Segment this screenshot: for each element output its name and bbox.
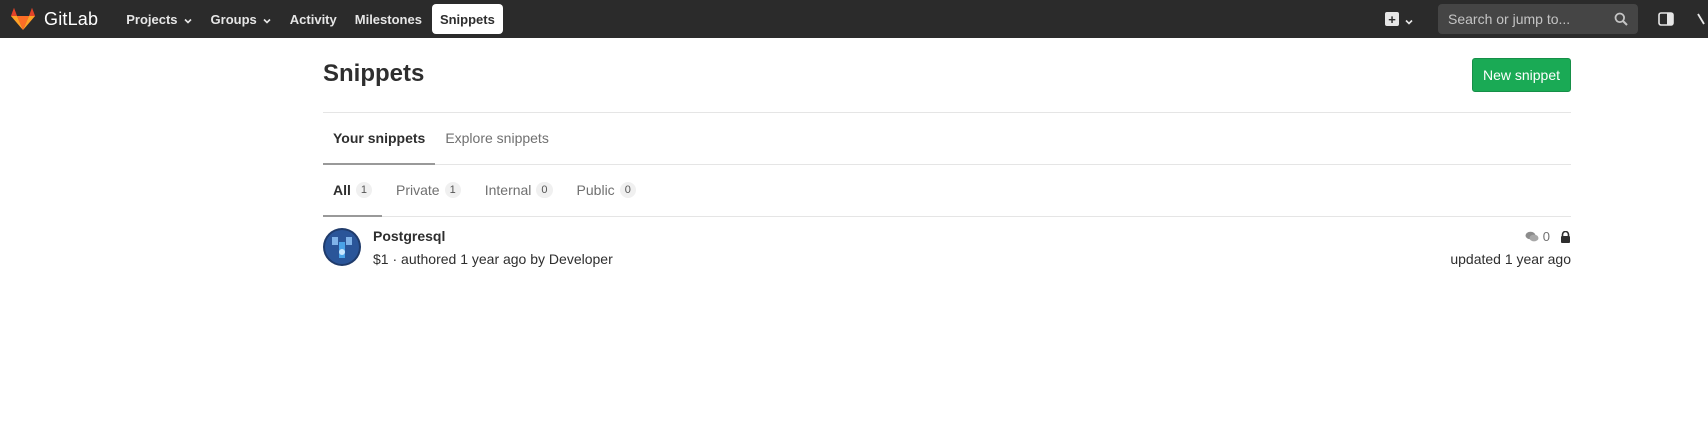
- gitlab-logo-icon: [10, 7, 36, 31]
- scope-tabs: All 1 Private 1 Internal 0 Public 0: [323, 165, 1571, 217]
- scope-label: Internal: [484, 182, 532, 198]
- nav-activity[interactable]: Activity: [282, 4, 345, 34]
- snippet-authored: authored 1 year ago: [401, 251, 527, 267]
- snippet-list-item: Postgresql $1 · authored 1 year ago by D…: [323, 217, 1571, 277]
- snippet-author[interactable]: by Developer: [530, 251, 613, 267]
- chevron-down-icon: [262, 14, 272, 24]
- scope-label: Public: [576, 182, 615, 198]
- avatar[interactable]: [323, 228, 361, 266]
- main-nav: Projects Groups Activity Milestones Snip…: [118, 0, 505, 38]
- page-title: Snippets: [323, 60, 425, 87]
- snippets-tabs: Your snippets Explore snippets: [323, 113, 1571, 165]
- nav-milestones-label: Milestones: [354, 11, 422, 27]
- navbar-right: + Search or jump to...: [1379, 0, 1708, 38]
- nav-milestones[interactable]: Milestones: [347, 4, 430, 34]
- count-badge: 1: [444, 181, 461, 199]
- scope-private[interactable]: Private 1: [386, 165, 471, 217]
- nav-snippets-label: Snippets: [439, 11, 495, 27]
- snippet-updated: updated 1 year ago: [1450, 251, 1571, 267]
- scope-public[interactable]: Public 0: [567, 165, 646, 217]
- new-item-dropdown[interactable]: +: [1379, 4, 1420, 34]
- scope-label: Private: [396, 182, 440, 198]
- sidebar-toggle-icon[interactable]: [1658, 11, 1674, 27]
- scope-internal[interactable]: Internal 0: [475, 165, 563, 217]
- comments-count: 0: [1542, 229, 1550, 244]
- plus-square-icon: +: [1385, 12, 1399, 26]
- comments-icon: [1525, 231, 1539, 243]
- nav-groups[interactable]: Groups: [203, 4, 280, 34]
- snippet-stats: 0: [1525, 229, 1571, 244]
- tab-explore-snippets[interactable]: Explore snippets: [435, 113, 559, 165]
- lock-icon: [1560, 230, 1571, 243]
- page-header: Snippets New snippet: [323, 38, 1571, 113]
- scope-label: All: [333, 182, 351, 198]
- tab-your-snippets[interactable]: Your snippets: [323, 113, 436, 165]
- chevron-down-icon: [1404, 14, 1414, 25]
- snippet-meta: $1 · authored 1 year ago by Developer: [373, 251, 613, 267]
- nav-groups-label: Groups: [210, 11, 257, 27]
- nav-projects-label: Projects: [126, 11, 178, 27]
- meta-separator: ·: [392, 251, 402, 267]
- chevron-down-icon: [183, 14, 193, 24]
- top-navbar: GitLab Projects Groups Activity Mileston…: [0, 0, 1708, 38]
- new-snippet-button[interactable]: New snippet: [1471, 58, 1571, 92]
- search-placeholder: Search or jump to...: [1448, 11, 1571, 27]
- user-menu-icon[interactable]: [1694, 11, 1708, 27]
- count-badge: 1: [355, 181, 373, 199]
- search-icon: [1614, 12, 1628, 26]
- brand-name: GitLab: [44, 8, 99, 29]
- count-badge: 0: [536, 181, 553, 199]
- nav-activity-label: Activity: [289, 11, 337, 27]
- main-content: Snippets New snippet Your snippets Explo…: [323, 38, 1571, 277]
- scope-all[interactable]: All 1: [323, 165, 383, 217]
- search-input[interactable]: Search or jump to...: [1438, 4, 1638, 34]
- snippet-id[interactable]: $1: [373, 251, 389, 267]
- count-badge: 0: [619, 181, 636, 199]
- nav-snippets[interactable]: Snippets: [431, 4, 503, 34]
- snippet-title-link[interactable]: Postgresql: [373, 228, 445, 244]
- nav-projects[interactable]: Projects: [118, 4, 200, 34]
- gitlab-home-link[interactable]: GitLab: [10, 0, 98, 38]
